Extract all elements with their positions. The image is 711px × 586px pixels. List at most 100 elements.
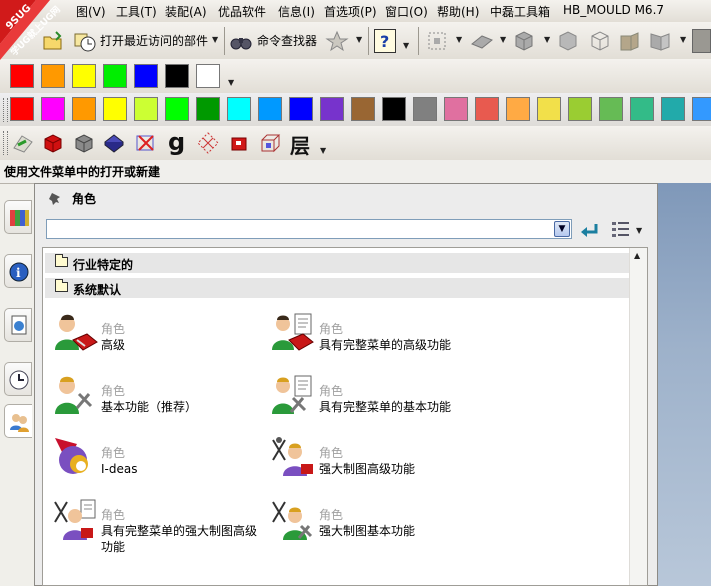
color-swatch[interactable] <box>692 97 711 121</box>
group-system-default[interactable]: 系统默认 <box>45 278 630 298</box>
menu-tools[interactable]: 工具(T) <box>116 3 157 20</box>
color-swatch[interactable] <box>258 97 282 121</box>
command-finder-label[interactable]: 命令查找器 <box>257 32 317 49</box>
scroll-up-icon[interactable]: ▲ <box>634 251 640 260</box>
recent-parts-label[interactable]: 打开最近访问的部件 <box>100 32 208 49</box>
menu-info[interactable]: 信息(I) <box>278 3 315 20</box>
g-tool-label[interactable]: g <box>168 128 185 156</box>
toolbar-overflow-icon[interactable] <box>692 29 711 53</box>
color-swatch[interactable] <box>444 97 468 121</box>
panel-title: 角色 <box>72 192 97 206</box>
solid-cube-icon[interactable] <box>556 30 578 52</box>
clip-view-dropdown-icon[interactable]: ▼ <box>680 35 686 44</box>
color-swatch[interactable] <box>103 97 127 121</box>
tab-assembly-navigator[interactable] <box>4 200 32 234</box>
toolbar-grip[interactable] <box>3 131 8 155</box>
menu-preferences[interactable]: 首选项(P) <box>324 3 377 20</box>
tab-information[interactable]: i <box>4 254 32 288</box>
role-advanced-full-menus[interactable]: 角色 具有完整菜单的高级功能 <box>269 310 479 362</box>
menu-youpin[interactable]: 优品软件 <box>218 3 266 20</box>
clip-view-icon[interactable] <box>648 30 670 52</box>
tab-history[interactable] <box>4 362 32 396</box>
star-dropdown-icon[interactable]: ▼ <box>356 35 362 44</box>
lattice-tool-icon[interactable] <box>197 132 219 154</box>
role-essentials-full-menus[interactable]: 角色 具有完整菜单的基本功能 <box>269 372 479 424</box>
tab-web-browser[interactable] <box>4 308 32 342</box>
wireframe-cube-icon[interactable] <box>588 30 610 52</box>
color-swatch[interactable] <box>41 97 65 121</box>
role-ideas[interactable]: 角色 I-deas <box>51 434 261 486</box>
role-drafting-essentials[interactable]: 角色 强大制图基本功能 <box>269 496 479 548</box>
color-swatch[interactable] <box>599 97 623 121</box>
color-swatch[interactable] <box>134 64 158 88</box>
color-swatch[interactable] <box>289 97 313 121</box>
folder-open-icon <box>55 279 68 292</box>
toolbar-grip[interactable] <box>3 98 8 122</box>
color-swatch[interactable] <box>630 97 654 121</box>
binoculars-icon[interactable] <box>230 31 252 53</box>
group-industry-specific[interactable]: 行业特定的 <box>45 253 630 273</box>
tab-roles[interactable] <box>4 404 32 438</box>
recent-parts-dropdown-icon[interactable]: ▼ <box>212 35 218 44</box>
role-drafting-advanced[interactable]: 角色 强大制图高级功能 <box>269 434 479 486</box>
back-arrow-icon[interactable] <box>578 220 600 240</box>
fit-view-icon[interactable] <box>426 30 448 52</box>
color-swatch[interactable] <box>351 97 375 121</box>
help-icon[interactable]: ? <box>374 29 396 53</box>
menu-window[interactable]: 窗口(O) <box>385 3 428 20</box>
menu-help[interactable]: 帮助(H) <box>437 3 479 20</box>
blue-cube-icon[interactable] <box>103 132 125 154</box>
palette-dropdown-icon[interactable]: ▼ <box>228 78 234 87</box>
red-cube-icon[interactable] <box>42 132 64 154</box>
color-swatch[interactable] <box>382 97 406 121</box>
list-view-dropdown-icon[interactable]: ▼ <box>636 226 642 235</box>
color-swatch[interactable] <box>475 97 499 121</box>
view-orient-icon[interactable] <box>470 30 493 52</box>
menu-view[interactable]: 图(V) <box>76 3 106 20</box>
tools-dropdown-icon[interactable]: ▼ <box>320 146 326 155</box>
color-swatch[interactable] <box>227 97 251 121</box>
color-swatch[interactable] <box>413 97 437 121</box>
section-view-icon[interactable] <box>618 30 640 52</box>
star-tool-icon[interactable] <box>325 30 349 52</box>
color-swatch[interactable] <box>537 97 561 121</box>
color-swatch[interactable] <box>568 97 592 121</box>
bounding-box-tool-icon[interactable] <box>259 132 281 154</box>
shaded-view-icon[interactable] <box>512 30 534 52</box>
shaded-view-dropdown-icon[interactable]: ▼ <box>544 35 550 44</box>
color-swatch[interactable] <box>134 97 158 121</box>
color-swatch[interactable] <box>10 64 34 88</box>
menu-hb-mould[interactable]: HB_MOULD M6.7 <box>563 3 664 17</box>
color-swatch[interactable] <box>165 97 189 121</box>
color-swatch[interactable] <box>196 64 220 88</box>
view-orient-dropdown-icon[interactable]: ▼ <box>500 35 506 44</box>
help-dropdown-icon[interactable]: ▼ <box>403 41 409 50</box>
color-swatch[interactable] <box>661 97 685 121</box>
color-swatch[interactable] <box>72 97 96 121</box>
menu-assembly[interactable]: 装配(A) <box>165 3 207 20</box>
role-advanced[interactable]: 角色 高级 <box>51 310 261 362</box>
color-swatch[interactable] <box>506 97 530 121</box>
green-arrow-tool-icon[interactable] <box>12 132 34 154</box>
menu-zhonglei-toolbox[interactable]: 中磊工具箱 <box>490 3 550 20</box>
gray-cube-icon[interactable] <box>73 132 95 154</box>
role-essentials[interactable]: 角色 基本功能（推荐） <box>51 372 261 424</box>
color-swatch[interactable] <box>320 97 344 121</box>
color-swatch[interactable] <box>196 97 220 121</box>
pin-icon[interactable] <box>48 191 62 205</box>
color-swatch[interactable] <box>72 64 96 88</box>
color-swatch[interactable] <box>10 97 34 121</box>
color-swatch[interactable] <box>103 64 127 88</box>
roles-list-scrollbar[interactable]: ▲ <box>629 248 647 585</box>
role-filter-combo[interactable]: ▼ <box>46 219 572 239</box>
layer-tool-label[interactable]: 层 <box>290 130 310 159</box>
red-box-tool-icon[interactable] <box>228 132 250 154</box>
fit-view-dropdown-icon[interactable]: ▼ <box>456 35 462 44</box>
color-swatch[interactable] <box>41 64 65 88</box>
graphics-viewport[interactable] <box>658 183 711 586</box>
cross-mark-icon[interactable] <box>135 132 157 154</box>
role-drafting-advanced-full-menus[interactable]: 角色 具有完整菜单的强大制图高级功能 <box>51 496 261 554</box>
list-view-icon[interactable] <box>610 219 632 241</box>
color-swatch[interactable] <box>165 64 189 88</box>
combo-dropdown-icon[interactable]: ▼ <box>554 221 570 237</box>
